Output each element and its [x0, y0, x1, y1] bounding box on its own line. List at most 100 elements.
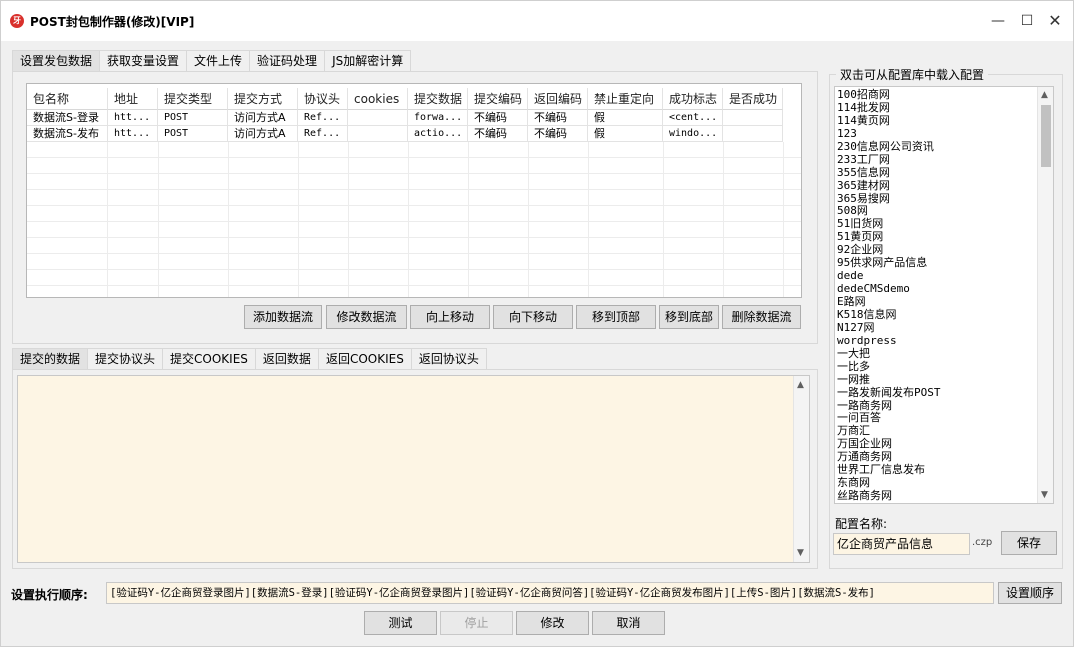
table-header: 包名称 地址 提交类型 提交方式 协议头 cookies 提交数据 提交编码 返…: [27, 88, 783, 110]
data-stream-table[interactable]: 包名称 地址 提交类型 提交方式 协议头 cookies 提交数据 提交编码 返…: [26, 83, 802, 298]
config-list[interactable]: 100招商网 114批发网 114黄页网 123 230信息网公司资讯 233工…: [834, 86, 1054, 504]
list-item[interactable]: K518信息网: [835, 308, 1037, 321]
tab-submit-headers[interactable]: 提交协议头: [87, 348, 164, 369]
scroll-up-icon[interactable]: ▲: [1041, 90, 1048, 100]
list-item[interactable]: 世界工厂信息发布: [835, 463, 1037, 476]
list-item[interactable]: 114批发网: [835, 101, 1037, 114]
list-item[interactable]: 92企业网: [835, 243, 1037, 256]
list-item[interactable]: 51旧货网: [835, 217, 1037, 230]
list-item[interactable]: 一网推: [835, 373, 1037, 386]
maximize-button[interactable]: ☐: [1013, 9, 1041, 33]
column-header[interactable]: cookies: [348, 88, 408, 110]
list-item[interactable]: 一比多: [835, 360, 1037, 373]
save-config-button[interactable]: 保存: [1001, 531, 1057, 555]
list-item[interactable]: dede: [835, 269, 1037, 282]
tab-js-crypto[interactable]: JS加解密计算: [324, 50, 412, 71]
column-header[interactable]: 禁止重定向: [588, 88, 663, 110]
textarea-scrollbar[interactable]: ▲ ▼: [793, 376, 809, 562]
delete-stream-button[interactable]: 删除数据流: [722, 305, 801, 329]
table-row[interactable]: 数据流S-登录 htt... POST 访问方式A Ref... forwa..…: [27, 110, 783, 126]
list-item[interactable]: 一路发新闻发布POST: [835, 386, 1037, 399]
move-up-button[interactable]: 向上移动: [410, 305, 490, 329]
config-group-title: 双击可从配置库中载入配置: [836, 66, 989, 83]
title-bar: 牙 POST封包制作器(修改)[VIP] — ☐ ✕: [1, 1, 1073, 41]
execution-order-input[interactable]: [验证码Y-亿企商贸登录图片][数据流S-登录][验证码Y-亿企商贸登录图片][…: [106, 582, 994, 604]
cell-cookies: [348, 126, 408, 142]
tab-captcha[interactable]: 验证码处理: [249, 50, 326, 71]
column-header[interactable]: 是否成功: [723, 88, 783, 110]
list-item[interactable]: 万通商务网: [835, 450, 1037, 463]
list-item[interactable]: 万国企业网: [835, 437, 1037, 450]
table-row[interactable]: 数据流S-发布 htt... POST 访问方式A Ref... actio..…: [27, 126, 783, 142]
column-header[interactable]: 提交编码: [468, 88, 528, 110]
column-header[interactable]: 提交类型: [158, 88, 228, 110]
submitted-data-textarea[interactable]: ▲ ▼: [17, 375, 810, 563]
cell-no-redirect: 假: [588, 110, 663, 126]
list-item[interactable]: 万商汇: [835, 424, 1037, 437]
column-header[interactable]: 地址: [108, 88, 158, 110]
column-header[interactable]: 返回编码: [528, 88, 588, 110]
move-bottom-button[interactable]: 移到底部: [659, 305, 719, 329]
cell-package-name: 数据流S-发布: [27, 126, 108, 142]
column-header[interactable]: 包名称: [27, 88, 108, 110]
cell-return-encoding: 不编码: [528, 126, 588, 142]
list-item[interactable]: 233工厂网: [835, 153, 1037, 166]
modify-button[interactable]: 修改: [516, 611, 589, 635]
column-header[interactable]: 协议头: [298, 88, 348, 110]
list-item[interactable]: 114黄页网: [835, 114, 1037, 127]
tab-submitted-data[interactable]: 提交的数据: [12, 348, 89, 369]
column-header[interactable]: 提交数据: [408, 88, 468, 110]
list-item[interactable]: 丝路商务网: [835, 489, 1037, 502]
config-name-input[interactable]: 亿企商贸产品信息: [833, 533, 970, 555]
list-item[interactable]: 一大把: [835, 347, 1037, 360]
column-header[interactable]: 成功标志: [663, 88, 723, 110]
scroll-up-icon[interactable]: ▲: [797, 380, 804, 390]
list-item[interactable]: E路网: [835, 295, 1037, 308]
config-list-scrollbar[interactable]: ▲ ▼: [1037, 87, 1053, 503]
tab-submit-cookies[interactable]: 提交COOKIES: [162, 348, 256, 369]
tab-return-headers[interactable]: 返回协议头: [410, 348, 487, 369]
list-item[interactable]: N127网: [835, 321, 1037, 334]
list-item[interactable]: 一问百答: [835, 411, 1037, 424]
edit-stream-button[interactable]: 修改数据流: [326, 305, 407, 329]
close-button[interactable]: ✕: [1041, 9, 1069, 33]
list-item[interactable]: 95供求网产品信息: [835, 256, 1037, 269]
list-item[interactable]: 230信息网公司资讯: [835, 140, 1037, 153]
list-item[interactable]: 123: [835, 127, 1037, 140]
cell-submit-data: actio...: [408, 126, 468, 142]
cancel-button[interactable]: 取消: [592, 611, 665, 635]
scroll-down-icon[interactable]: ▼: [1041, 490, 1048, 500]
execution-order-label: 设置执行顺序:: [11, 588, 88, 602]
list-item[interactable]: 一路商务网: [835, 399, 1037, 412]
list-item[interactable]: dedeCMSdemo: [835, 282, 1037, 295]
column-header[interactable]: 提交方式: [228, 88, 298, 110]
list-item[interactable]: 51黄页网: [835, 230, 1037, 243]
test-button[interactable]: 测试: [364, 611, 437, 635]
list-item[interactable]: wordpress: [835, 334, 1037, 347]
tab-file-upload[interactable]: 文件上传: [186, 50, 251, 71]
move-top-button[interactable]: 移到顶部: [576, 305, 656, 329]
list-item[interactable]: 355信息网: [835, 166, 1037, 179]
cell-submit-data: forwa...: [408, 110, 468, 126]
move-down-button[interactable]: 向下移动: [493, 305, 573, 329]
scrollbar-thumb[interactable]: [1041, 105, 1051, 167]
tab-return-data[interactable]: 返回数据: [254, 348, 319, 369]
scroll-down-icon[interactable]: ▼: [797, 548, 804, 558]
list-item[interactable]: 365建材网: [835, 179, 1037, 192]
list-item[interactable]: 508网: [835, 204, 1037, 217]
main-window: 牙 POST封包制作器(修改)[VIP] — ☐ ✕ 设置发包数据 获取变量设置…: [0, 0, 1074, 647]
minimize-button[interactable]: —: [984, 9, 1012, 33]
stop-button[interactable]: 停止: [440, 611, 513, 635]
cell-package-name: 数据流S-登录: [27, 110, 108, 126]
tab-variables[interactable]: 获取变量设置: [99, 50, 188, 71]
list-item[interactable]: 100招商网: [835, 88, 1037, 101]
set-order-button[interactable]: 设置顺序: [998, 582, 1062, 604]
cell-no-redirect: 假: [588, 126, 663, 142]
tab-return-cookies[interactable]: 返回COOKIES: [317, 348, 412, 369]
app-icon: 牙: [10, 14, 24, 28]
list-item[interactable]: 东商网: [835, 476, 1037, 489]
cell-is-success: [723, 110, 783, 126]
add-stream-button[interactable]: 添加数据流: [244, 305, 322, 329]
list-item[interactable]: 365易搜网: [835, 192, 1037, 205]
tab-send-data[interactable]: 设置发包数据: [12, 50, 101, 71]
